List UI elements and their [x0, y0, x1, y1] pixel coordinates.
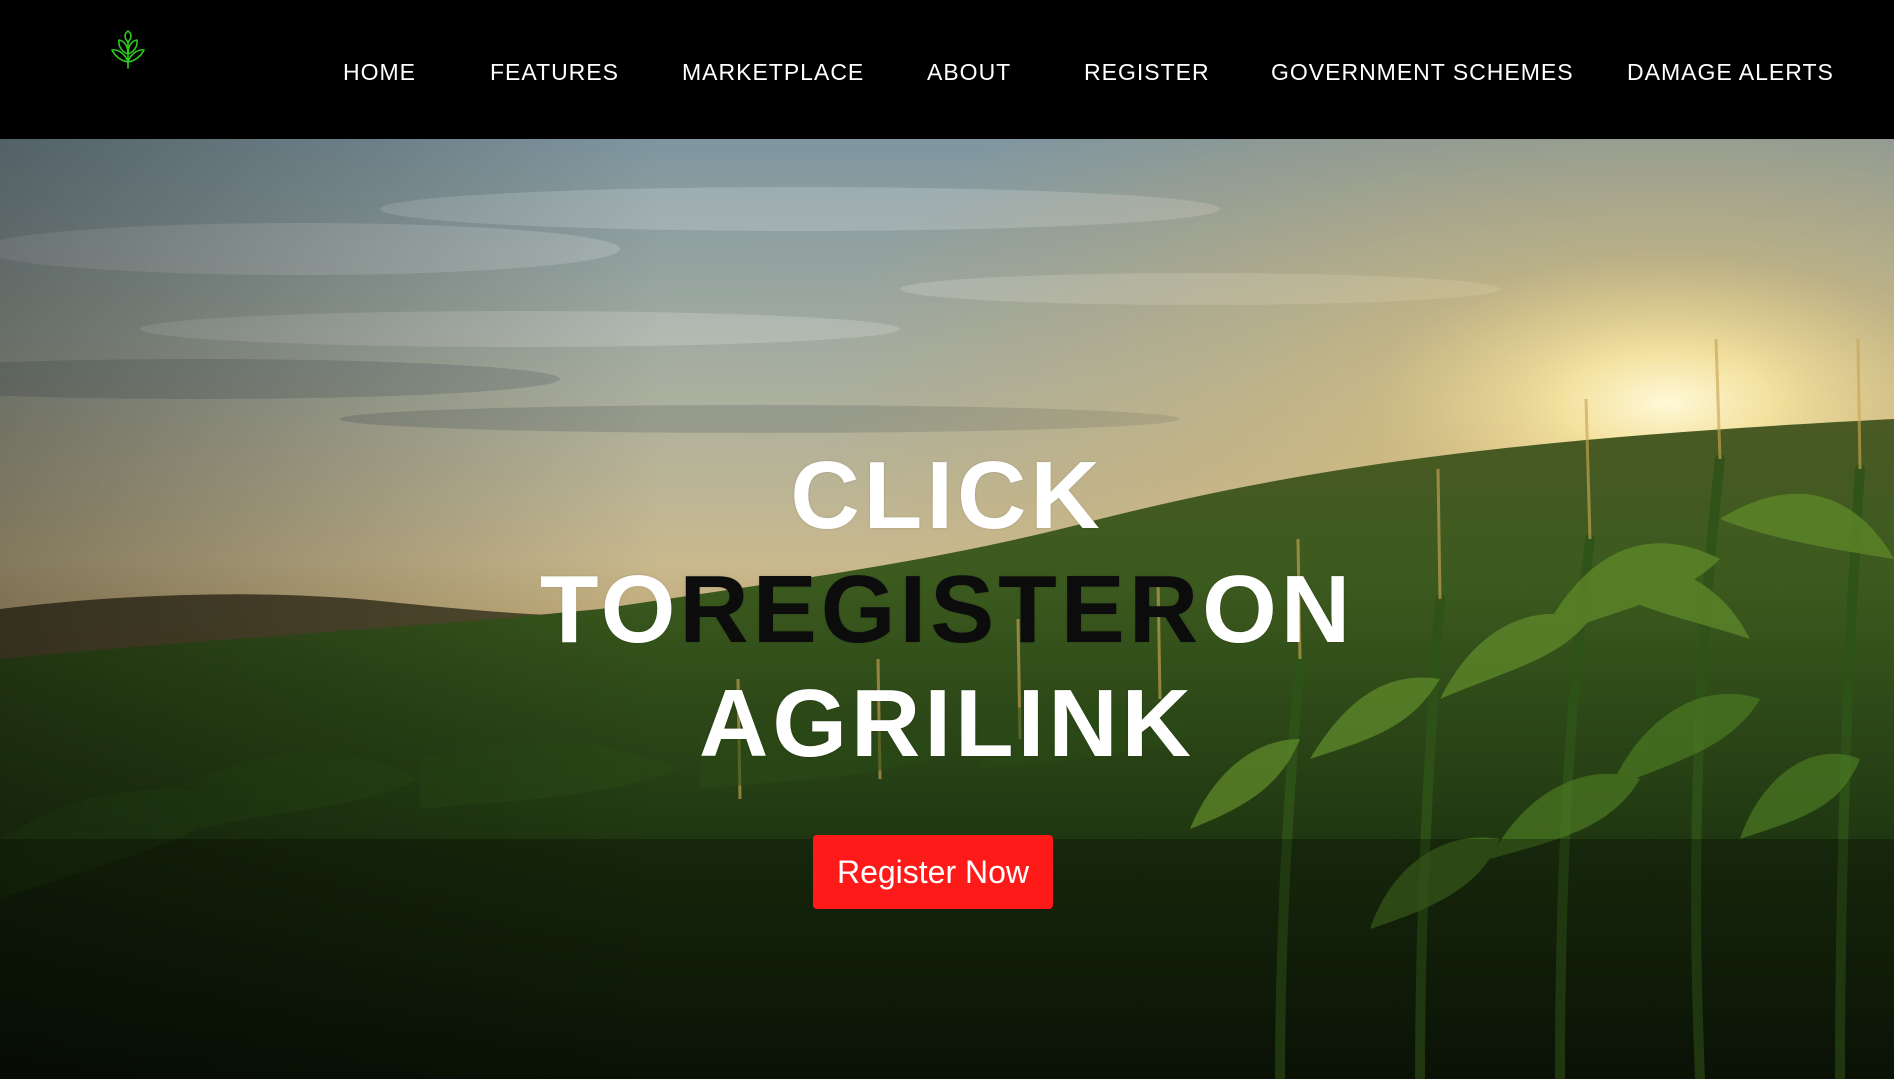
nav-marketplace[interactable]: MARKETPLACE [682, 58, 864, 86]
nav-register[interactable]: REGISTER [1084, 58, 1210, 86]
hero-heading-line-3: AGRILINK [699, 670, 1195, 777]
hero-heading-on: ON [1202, 556, 1355, 663]
main-nav: HOME FEATURES MARKETPLACE ABOUT REGISTER… [0, 58, 1894, 86]
hero-heading-line-1: CLICK [790, 442, 1104, 549]
nav-home[interactable]: HOME [343, 58, 416, 86]
hero-heading-line-2: TOREGISTERON [0, 553, 1894, 667]
hero-heading-to: TO [539, 556, 680, 663]
hero-heading: CLICK TOREGISTERON AGRILINK [0, 439, 1894, 781]
nav-damage-alerts[interactable]: DAMAGE ALERTS [1627, 58, 1834, 86]
nav-about[interactable]: ABOUT [927, 58, 1011, 86]
register-now-button[interactable]: Register Now [813, 835, 1053, 909]
hero-section: CLICK TOREGISTERON AGRILINK Register Now [0, 139, 1894, 1079]
hero-heading-register: REGISTER [679, 556, 1203, 663]
top-navbar: HOME FEATURES MARKETPLACE ABOUT REGISTER… [0, 0, 1894, 139]
nav-features[interactable]: FEATURES [490, 58, 619, 86]
nav-government-schemes[interactable]: GOVERNMENT SCHEMES [1271, 58, 1574, 86]
